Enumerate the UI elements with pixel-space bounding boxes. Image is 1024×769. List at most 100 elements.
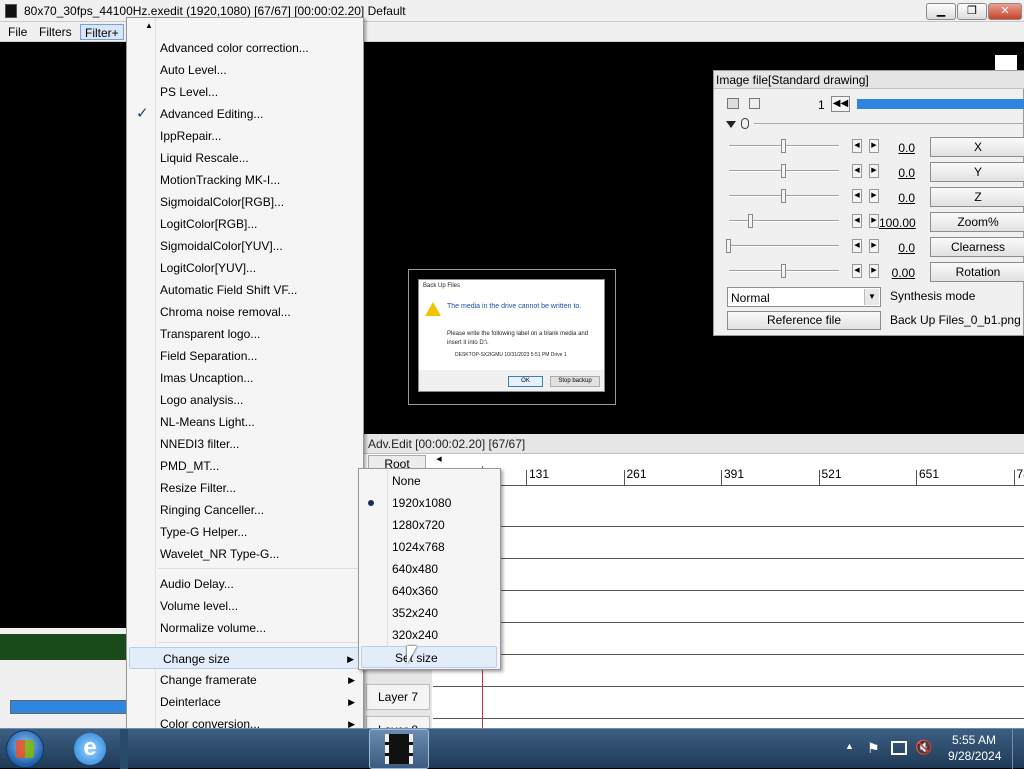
menu-item-ipprepair[interactable]: IppRepair... [127, 125, 363, 147]
menu-item-volume-level[interactable]: Volume level... [127, 595, 363, 617]
decrement-button[interactable]: ◀ [852, 214, 862, 228]
menu-item-imas-uncaption[interactable]: Imas Uncaption... [127, 367, 363, 389]
minimize-button[interactable]: ▁ [926, 3, 956, 20]
blend-mode-select[interactable]: Normal ▼ [727, 287, 881, 307]
menu-item-chroma-noise-removal[interactable]: Chroma noise removal... [127, 301, 363, 323]
param-slider-thumb[interactable] [781, 189, 786, 203]
network-icon[interactable] [891, 741, 907, 755]
param-slider-thumb[interactable] [726, 239, 731, 253]
size-option-1280x720[interactable]: 1280x720 [359, 514, 499, 536]
param-button-zoom[interactable]: Zoom% [930, 212, 1024, 232]
size-option-none[interactable]: None [359, 470, 499, 492]
decrement-button[interactable]: ◀ [852, 139, 862, 153]
size-option-1024x768[interactable]: 1024x768 [359, 536, 499, 558]
param-slider-thumb[interactable] [748, 214, 753, 228]
param-value[interactable]: 100.00 [879, 216, 915, 230]
menu-item-logitcolor-yuv[interactable]: LogitColor[YUV]... [127, 257, 363, 279]
param-slider-thumb[interactable] [781, 139, 786, 153]
aviutl-taskbar-button[interactable] [369, 729, 429, 769]
left-blue-bar[interactable] [10, 700, 128, 714]
menu-item-pmd-mt[interactable]: PMD_MT... [127, 455, 363, 477]
param-button-rotation[interactable]: Rotation [930, 262, 1024, 282]
camera-icon[interactable] [727, 98, 739, 109]
dialog-stop-button[interactable]: Stop backup [550, 376, 600, 387]
param-value[interactable]: 0.0 [879, 241, 915, 255]
app-icon[interactable] [5, 4, 17, 18]
menu-item-advanced-editing[interactable]: Advanced Editing...✓ [127, 103, 363, 125]
clock-time[interactable]: 5:55 AM [952, 733, 996, 747]
size-option-1920x1080[interactable]: 1920x1080 [359, 492, 499, 514]
param-value[interactable]: 0.00 [879, 266, 915, 280]
param-button-clearness[interactable]: Clearness [930, 237, 1024, 257]
menu-filter-plus[interactable]: Filter+ [80, 24, 124, 40]
menu-scroll-up[interactable]: ▲ [145, 21, 153, 30]
menu-item-ps-level[interactable]: PS Level... [127, 81, 363, 103]
menu-item-nl-means-light[interactable]: NL-Means Light... [127, 411, 363, 433]
menu-item-change-framerate[interactable]: Change framerate▶ [127, 669, 363, 691]
size-option-640x360[interactable]: 640x360 [359, 580, 499, 602]
dialog-ok-button[interactable]: OK [508, 376, 543, 387]
chevron-down-icon[interactable]: ▼ [864, 289, 879, 305]
menu-filters[interactable]: Filters [35, 24, 76, 40]
decrement-button[interactable]: ◀ [852, 189, 862, 203]
tray-expand-icon[interactable]: ▲ [845, 741, 854, 751]
collapse-triangle-icon[interactable] [726, 121, 736, 128]
increment-button[interactable]: ▶ [869, 139, 879, 153]
increment-button[interactable]: ▶ [869, 164, 879, 178]
menu-item-normalize-volume[interactable]: Normalize volume... [127, 617, 363, 639]
show-desktop-button[interactable] [1012, 729, 1024, 769]
size-option-320x240[interactable]: 320x240 [359, 624, 499, 646]
param-button-z[interactable]: Z [930, 187, 1024, 207]
decrement-button[interactable]: ◀ [852, 264, 862, 278]
decrement-button[interactable]: ◀ [852, 239, 862, 253]
size-option-640x480[interactable]: 640x480 [359, 558, 499, 580]
menu-item-auto-level[interactable]: Auto Level... [127, 59, 363, 81]
menu-item-audio-delay[interactable]: Audio Delay... [127, 573, 363, 595]
menu-item-resize-filter[interactable]: Resize Filter... [127, 477, 363, 499]
size-option-352x240[interactable]: 352x240 [359, 602, 499, 624]
layer-7-label[interactable]: Layer 7 [366, 684, 430, 710]
menu-item-motiontracking-mk-i[interactable]: MotionTracking MK-I... [127, 169, 363, 191]
param-slider-thumb[interactable] [781, 164, 786, 178]
menu-item-logitcolor-rgb[interactable]: LogitColor[RGB]... [127, 213, 363, 235]
clock-date[interactable]: 9/28/2024 [948, 749, 1001, 763]
menu-item-sigmoidalcolor-rgb[interactable]: SigmoidalColor[RGB]... [127, 191, 363, 213]
menu-item-nnedi3-filter[interactable]: NNEDI3 filter... [127, 433, 363, 455]
param-slider-track[interactable] [729, 245, 839, 247]
param-button-x[interactable]: X [930, 137, 1024, 157]
menu-file[interactable]: File [4, 24, 31, 40]
frame-icon[interactable] [749, 98, 760, 109]
menu-item-field-separation[interactable]: Field Separation... [127, 345, 363, 367]
menu-item-sigmoidalcolor-yuv[interactable]: SigmoidalColor[YUV]... [127, 235, 363, 257]
increment-button[interactable]: ▶ [869, 189, 879, 203]
increment-button[interactable]: ▶ [869, 214, 879, 228]
menu-item-advanced-color-correction[interactable]: Advanced color correction... [127, 37, 363, 59]
increment-button[interactable]: ▶ [869, 239, 879, 253]
decrement-button[interactable]: ◀ [852, 164, 862, 178]
scroll-left-button[interactable]: ◀ [432, 454, 446, 466]
menu-item-liquid-rescale[interactable]: Liquid Rescale... [127, 147, 363, 169]
menu-item-logo-analysis[interactable]: Logo analysis... [127, 389, 363, 411]
param-button-y[interactable]: Y [930, 162, 1024, 182]
param-slider-thumb[interactable] [781, 264, 786, 278]
volume-muted-icon[interactable]: 🔇 [915, 739, 932, 756]
menu-item-wavelet-nr-type-g[interactable]: Wavelet_NR Type-G... [127, 543, 363, 565]
menu-item-ringing-canceller[interactable]: Ringing Canceller... [127, 499, 363, 521]
reference-file-button[interactable]: Reference file [727, 311, 881, 330]
flag-icon[interactable]: ⚑ [867, 740, 880, 757]
internet-explorer-icon[interactable]: e [74, 733, 106, 765]
menu-item-change-size[interactable]: Change size▶ [129, 647, 363, 669]
timeline-position-bar[interactable] [857, 99, 1024, 109]
param-value[interactable]: 0.0 [879, 191, 915, 205]
increment-button[interactable]: ▶ [869, 264, 879, 278]
param-value[interactable]: 0.0 [879, 141, 915, 155]
menu-item-deinterlace[interactable]: Deinterlace▶ [127, 691, 363, 713]
param-slider-track[interactable] [729, 220, 839, 222]
rewind-button[interactable]: ◀◀ [831, 96, 850, 112]
menu-item-type-g-helper[interactable]: Type-G Helper... [127, 521, 363, 543]
close-button[interactable]: ✕ [988, 3, 1022, 20]
menu-item-transparent-logo[interactable]: Transparent logo... [127, 323, 363, 345]
maximize-button[interactable]: ❐ [957, 3, 987, 20]
menu-item-automatic-field-shift-vf[interactable]: Automatic Field Shift VF... [127, 279, 363, 301]
size-option-set-size[interactable]: Set size [361, 646, 497, 668]
